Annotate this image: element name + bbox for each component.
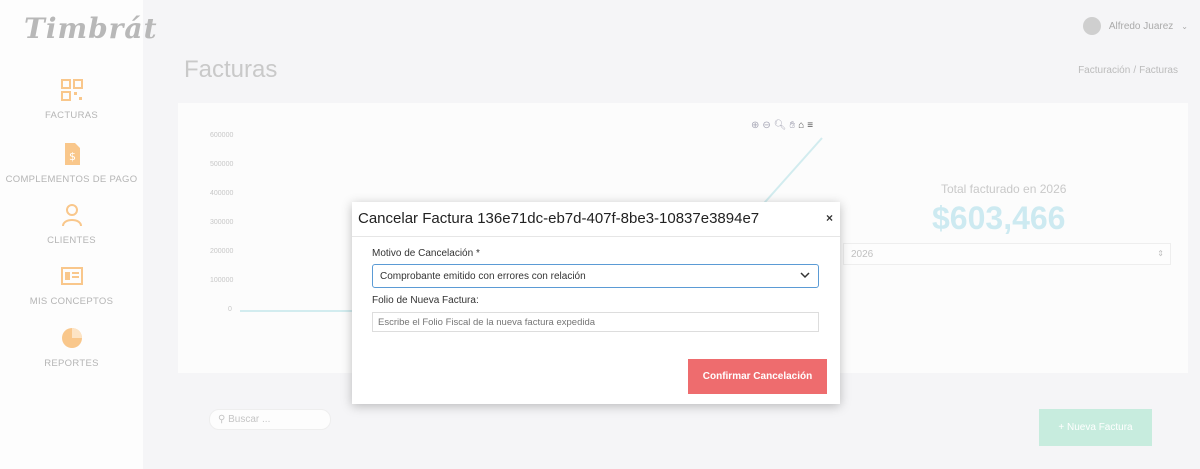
year-select[interactable]: 2026 ⇕ <box>843 243 1171 265</box>
cancel-invoice-modal: Cancelar Factura 136e71dc-eb7d-407f-8be3… <box>352 202 840 404</box>
modal-title: Cancelar Factura 136e71dc-eb7d-407f-8be3… <box>358 210 760 227</box>
close-icon[interactable]: × <box>826 211 833 225</box>
folio-label: Folio de Nueva Factura: <box>372 295 479 306</box>
search-placeholder: Buscar ... <box>228 414 271 425</box>
total-label: Total facturado en 2026 <box>941 182 1067 196</box>
reason-select[interactable]: Comprobante emitido con errores con rela… <box>372 264 819 288</box>
pan-hand-icon[interactable]: ✋︎ <box>789 120 795 131</box>
reason-label: Motivo de Cancelación * <box>372 248 480 259</box>
zoom-out-icon[interactable]: ⊖ <box>762 120 770 131</box>
folio-input[interactable] <box>372 312 819 332</box>
modal-header: Cancelar Factura 136e71dc-eb7d-407f-8be3… <box>352 202 840 237</box>
select-arrows-icon: ⇕ <box>1157 249 1164 258</box>
new-invoice-button[interactable]: + Nueva Factura <box>1039 409 1152 446</box>
year-select-value: 2026 <box>851 249 874 260</box>
total-value: $603,466 <box>932 200 1066 236</box>
chart-toolbar: ⊕ ⊖ 🔍︎ ✋︎ ⌂ ≡ <box>751 120 813 131</box>
chevron-down-icon <box>800 272 810 279</box>
magnifier-icon[interactable]: 🔍︎ <box>774 120 787 131</box>
zoom-in-icon[interactable]: ⊕ <box>751 120 759 131</box>
menu-icon[interactable]: ≡ <box>807 120 813 131</box>
home-icon[interactable]: ⌂ <box>798 120 804 131</box>
search-icon: ⚲ <box>218 414 226 425</box>
confirm-cancel-button[interactable]: Confirmar Cancelación <box>688 359 827 394</box>
reason-select-value: Comprobante emitido con errores con rela… <box>380 271 586 282</box>
search-input[interactable]: ⚲ Buscar ... <box>209 409 331 430</box>
chart-series-line <box>757 137 823 211</box>
